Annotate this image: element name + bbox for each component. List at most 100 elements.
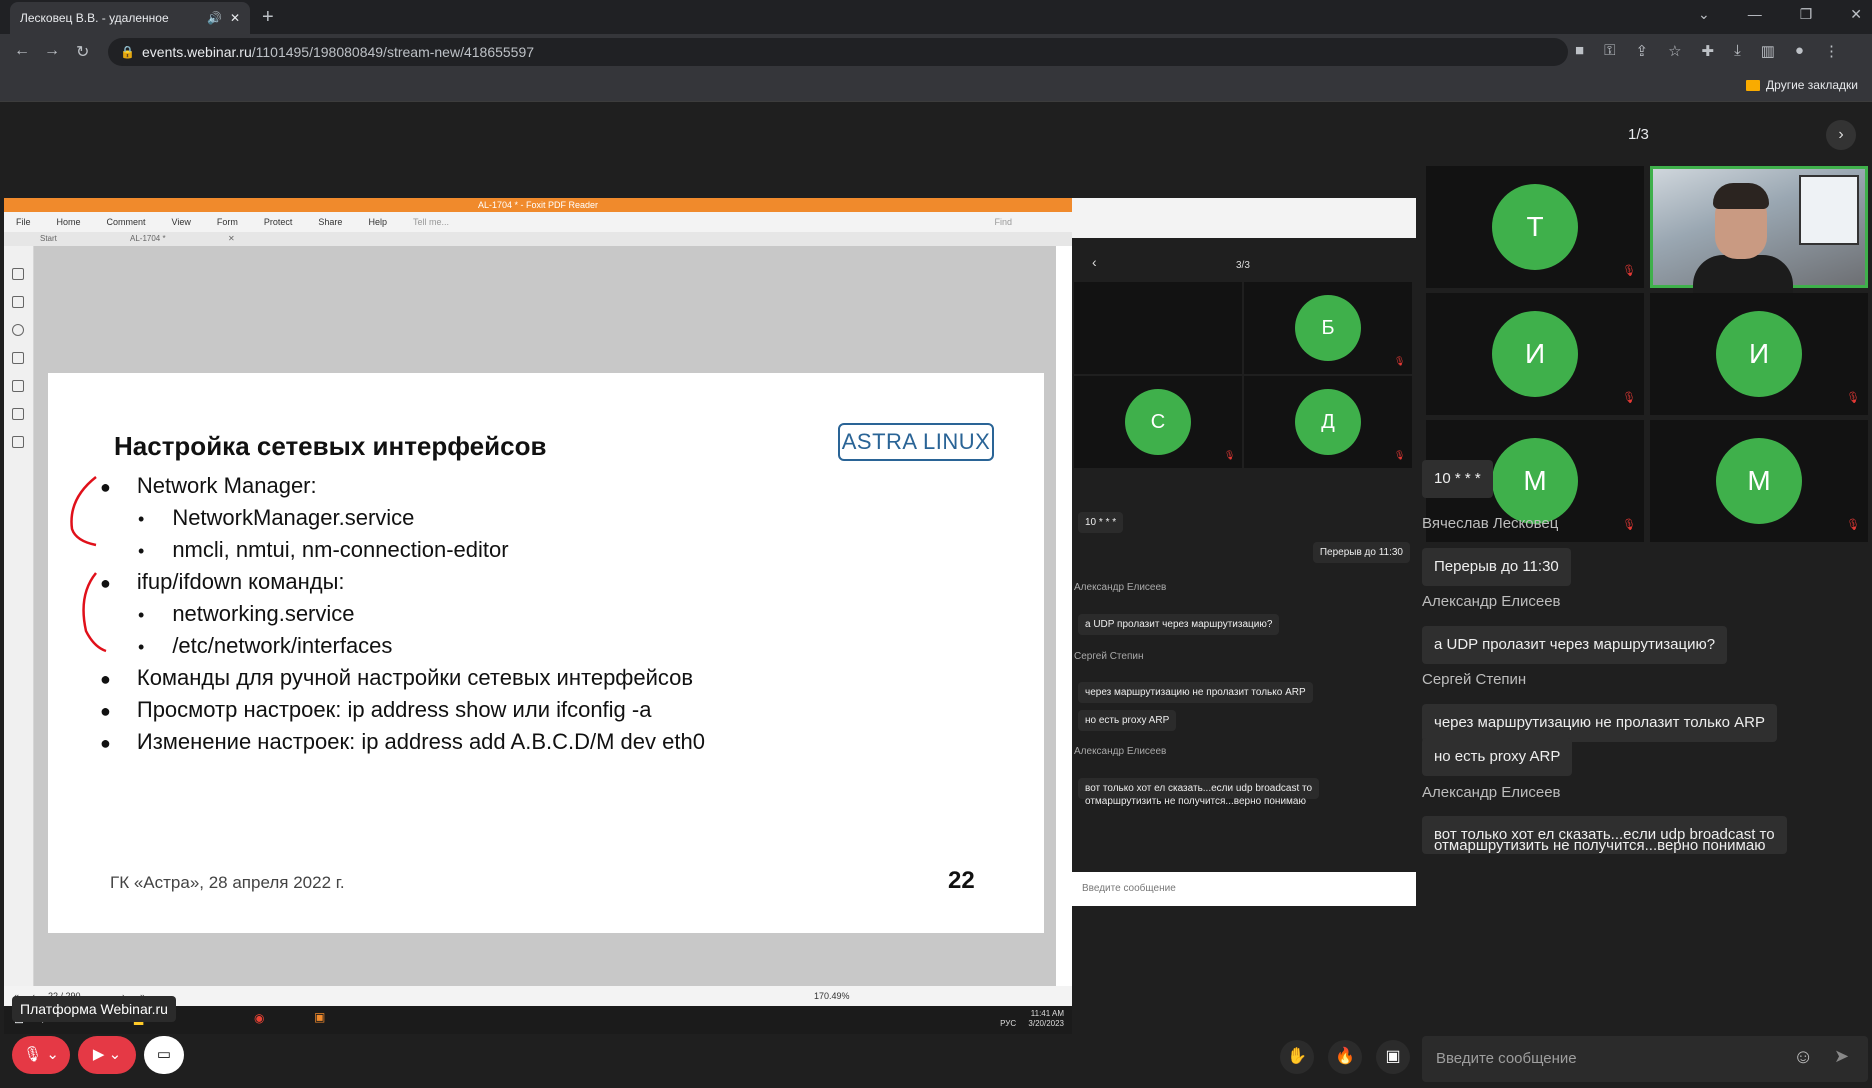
bullet-dot-icon: ● [100,573,111,593]
pdf-tab-start[interactable]: Start [40,232,57,246]
pdf-menu-file[interactable]: File [16,212,31,232]
sidepanel-icon[interactable]: ▥ [1761,42,1775,60]
nested-chat-message: через маршрутизацию не пролазит только A… [1078,682,1313,703]
pdf-menu-comment[interactable]: Comment [107,212,146,232]
download-icon[interactable]: ⤓ [1734,42,1741,60]
slide-bullet-text: ifup/ifdown команды: [136,569,345,594]
mic-muted-icon: 🎙︎ [1622,265,1636,277]
pages-icon[interactable] [12,296,24,308]
nested-chat-message: а UDP пролазит через маршрутизацию? [1078,614,1280,635]
other-bookmarks[interactable]: Другие закладки [1746,78,1858,92]
slide-bullet-text: /etc/network/interfaces [172,633,393,658]
mic-muted-icon: 🎙︎ [1846,519,1860,531]
close-window-icon[interactable]: ✕ [1850,6,1862,23]
mic-muted-icon: 🎙︎ [1224,450,1236,460]
system-tray: РУС 11:41 AM 3/20/2023 [1000,1009,1064,1029]
chevron-right-icon[interactable]: › [1826,120,1856,150]
participant-tile[interactable]: И 🎙︎ [1650,293,1868,415]
window-controls: ⌄ — ❐ ✕ [1698,6,1862,23]
picture-in-picture-icon[interactable]: ▣ [1376,1040,1410,1074]
slide-bullet-text: Network Manager: [136,473,317,498]
slide-bullet-text: Просмотр настроек: ip address show или i… [136,697,652,722]
pdf-menu-home[interactable]: Home [57,212,81,232]
pdf-menu-form[interactable]: Form [217,212,238,232]
slide-bullet: • nmcli, nmtui, nm-connection-editor [138,537,509,563]
bullet-dot-icon: • [138,605,145,625]
slide-bullet: ● ifup/ifdown команды: [100,569,345,595]
minimize-icon[interactable]: — [1748,6,1762,23]
restore-icon[interactable]: ❐ [1800,6,1813,23]
slide-bullet-text: NetworkManager.service [172,505,415,530]
browser-tab[interactable]: Лесковец В.В. - удаленное 🔊 ✕ [10,2,250,34]
pdf-menu-view[interactable]: View [172,212,191,232]
tell-me-box[interactable]: Tell me... [413,212,449,232]
new-tab-button[interactable]: + [262,6,274,29]
astra-linux-logo: ASTRA LINUX [838,423,994,461]
chat-message: 10 * * * [1422,460,1493,498]
chat-message: а UDP пролазит через маршрутизацию? [1422,626,1728,664]
star-icon[interactable]: ☆ [1668,42,1681,60]
reload-icon[interactable]: ↻ [76,42,89,62]
speaker-video[interactable] [1650,166,1868,295]
screen-share-button[interactable]: ▭ [144,1036,184,1074]
menu-icon[interactable]: ⋮ [1824,42,1839,60]
close-tab-icon[interactable]: ✕ [230,11,240,25]
mic-toggle-button[interactable]: 🎙︎ ⌄ [12,1036,70,1074]
comment-icon[interactable] [12,324,24,336]
tray-lang: РУС [1000,1019,1017,1028]
nested-browser-toolbar [1072,198,1416,238]
participant-tile[interactable]: М 🎙︎ [1650,420,1868,542]
back-icon[interactable]: ← [14,42,30,60]
camera-icon[interactable]: ■ [1575,42,1584,60]
folder-icon [1746,79,1761,91]
find-box[interactable]: Find [994,212,1012,232]
close-pdf-tab-icon[interactable]: ✕ [228,232,235,246]
participant-avatar: И [1716,311,1802,397]
profile-icon[interactable]: ● [1795,42,1804,60]
address-bar[interactable]: 🔒 events.webinar.ru/1101495/198080849/st… [108,38,1568,66]
speaker-icon[interactable]: 🔊 [207,11,222,25]
pdf-menu-share[interactable]: Share [318,212,342,232]
browser-tabbar: Лесковец В.В. - удаленное 🔊 ✕ + ⌄ — ❐ ✕ [0,0,1872,34]
signature-icon[interactable] [12,436,24,448]
chat-author: Вячеслав Лесковец [1422,515,1559,532]
layers-icon[interactable] [12,352,24,364]
tab-search-icon[interactable]: ⌄ [1698,6,1710,23]
speaker-body [1693,255,1793,295]
nested-participant-avatar: Д [1295,389,1361,455]
bullet-dot-icon: • [138,637,145,657]
webinar-page: 1/3 › AL-1704 * - Foxit PDF Reader File … [0,102,1872,1088]
pdf-menu-protect[interactable]: Protect [264,212,293,232]
share-icon[interactable]: ⇪ [1635,42,1648,60]
bookmark-icon[interactable] [12,268,24,280]
slide-bullet: • /etc/network/interfaces [138,633,392,659]
slide: Настройка сетевых интерфейсов ASTRA LINU… [48,373,1044,933]
pdf-tabs: Start AL-1704 * ✕ [4,232,1072,246]
participant-tile[interactable]: И 🎙︎ [1426,293,1644,415]
reaction-icon[interactable]: 🔥 [1328,1040,1362,1074]
raise-hand-icon[interactable]: ✋ [1280,1040,1314,1074]
nested-participant-tile: С 🎙︎ [1074,376,1242,468]
participants-pager: 1/3 [1628,126,1649,143]
send-icon[interactable]: ➤ [1834,1046,1849,1067]
chat-message: но есть proxy ARP [1422,738,1573,776]
bullet-dot-icon: ● [100,669,111,689]
pdf-menu-help[interactable]: Help [368,212,387,232]
extensions-icon[interactable]: ✚ [1702,42,1715,60]
emoji-icon[interactable]: ☺ [1793,1046,1813,1069]
key-icon[interactable]: ⚿ [1604,42,1615,60]
zoom-level[interactable]: 170.49% [814,986,850,1006]
attachment-icon[interactable] [12,380,24,392]
nested-participant-tile: Д 🎙︎ [1244,376,1412,468]
security-icon[interactable] [12,408,24,420]
participant-tile[interactable]: Т 🎙︎ [1426,166,1644,288]
mic-muted-icon: 🎙︎ [1394,356,1406,366]
pdf-tab-doc[interactable]: AL-1704 * [130,232,166,246]
bullet-dot-icon: ● [100,477,111,497]
slide-page-number: 22 [948,867,975,894]
forward-icon[interactable]: → [44,42,60,60]
nested-chat-author: Александр Елисеев [1074,582,1167,593]
chat-author: Сергей Степин [1422,671,1527,688]
camera-toggle-button[interactable]: ▶︎ ⌄ [78,1036,136,1074]
nested-webinar-window: ‹ 3/3 Введите сообщение Б 🎙︎ С 🎙︎ Д 🎙︎ 10 * * … [1072,198,1416,910]
